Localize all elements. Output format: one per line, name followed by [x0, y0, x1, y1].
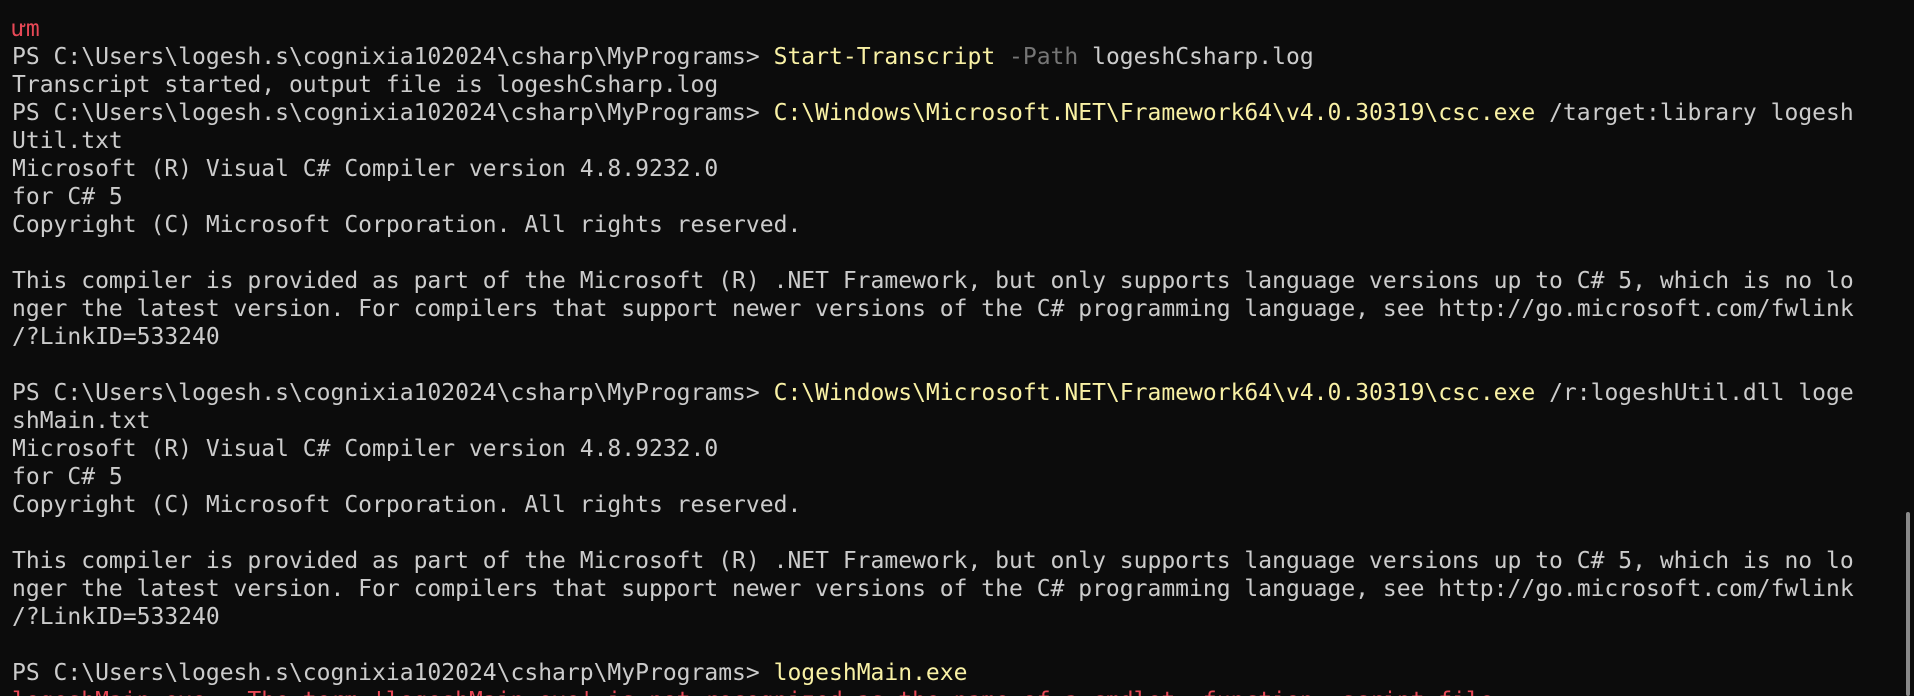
output-line: Copyright (C) Microsoft Corporation. All… [12, 212, 802, 238]
output-line: Microsoft (R) Visual C# Compiler version… [12, 436, 719, 462]
error-line: logeshMain.exe : The term 'logeshMain.ex… [12, 687, 1888, 696]
prompt-text: PS C:\Users\logesh.s\cognixia102024\csha… [12, 660, 774, 686]
output-line: ưm [12, 16, 40, 42]
command-text: Start-Transcript [773, 44, 996, 70]
output-line: This compiler is provided as part of the… [12, 268, 1854, 294]
argument-text: /target:library logesh [1535, 100, 1854, 126]
output-line: Transcript started, output file is loges… [12, 72, 719, 98]
argument-text: /r:logeshUtil.dll loge [1535, 380, 1854, 406]
prompt-line: PS C:\Users\logesh.s\cognixia102024\csha… [12, 659, 1888, 687]
parameter-text: -Path [995, 44, 1079, 70]
prompt-line: PS C:\Users\logesh.s\cognixia102024\csha… [12, 99, 1888, 127]
prompt-text: PS C:\Users\logesh.s\cognixia102024\csha… [12, 100, 774, 126]
terminal-output: ưm PS C:\Users\logesh.s\cognixia102024\c… [12, 15, 1888, 696]
output-line: nger the latest version. For compilers t… [12, 576, 1854, 602]
command-text: C:\Windows\Microsoft.NET\Framework64\v4.… [773, 380, 1536, 406]
prompt-text: PS C:\Users\logesh.s\cognixia102024\csha… [12, 44, 774, 70]
scrollbar-thumb[interactable] [1906, 512, 1910, 696]
prompt-line: PS C:\Users\logesh.s\cognixia102024\csha… [12, 43, 1888, 71]
output-line: Util.txt [12, 128, 123, 154]
output-line: Copyright (C) Microsoft Corporation. All… [12, 492, 802, 518]
output-line: This compiler is provided as part of the… [12, 548, 1854, 574]
output-line: /?LinkID=533240 [12, 324, 220, 350]
output-line: shMain.txt [12, 408, 151, 434]
output-line: for C# 5 [12, 184, 123, 210]
prompt-text: PS C:\Users\logesh.s\cognixia102024\csha… [12, 380, 774, 406]
command-text: C:\Windows\Microsoft.NET\Framework64\v4.… [773, 100, 1536, 126]
argument-text: logeshCsharp.log [1078, 44, 1314, 70]
output-line: nger the latest version. For compilers t… [12, 296, 1854, 322]
scrollbar[interactable] [1902, 0, 1914, 696]
prompt-line: PS C:\Users\logesh.s\cognixia102024\csha… [12, 379, 1888, 407]
command-text: logeshMain.exe [773, 660, 968, 686]
output-line: for C# 5 [12, 464, 123, 490]
output-line: /?LinkID=533240 [12, 604, 220, 630]
output-line: Microsoft (R) Visual C# Compiler version… [12, 156, 719, 182]
terminal-window[interactable]: ưm PS C:\Users\logesh.s\cognixia102024\c… [0, 0, 1914, 696]
